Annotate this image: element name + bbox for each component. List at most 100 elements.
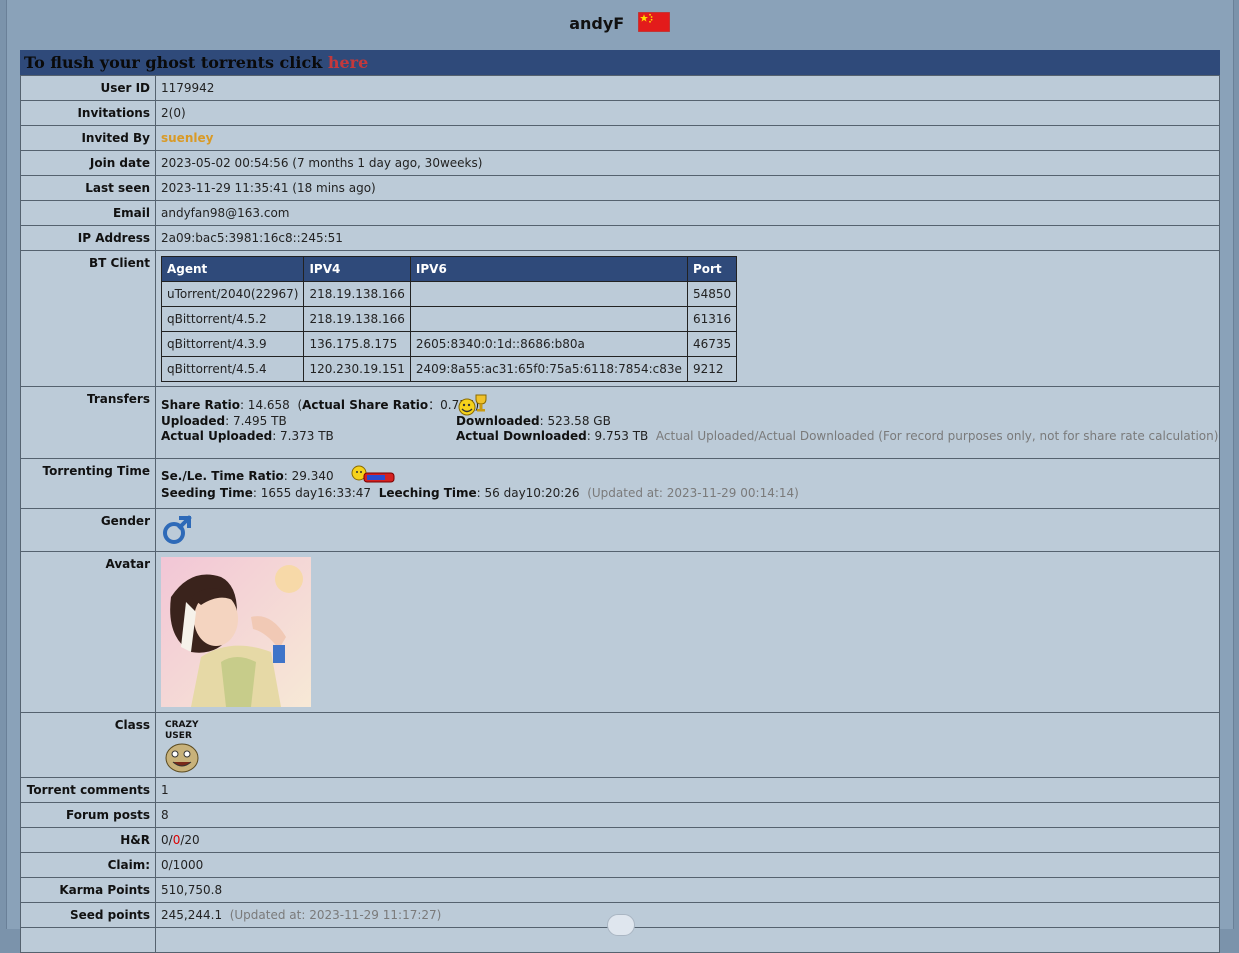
row-transfers: Transfers Share Ratio: 14.658 (Actual Sh… [20,386,1220,459]
label-karma-points: Karma Points [20,877,156,903]
bt-cell-ipv6 [409,306,688,332]
row-gender: Gender [20,508,1220,552]
crazy-user-badge: CRAZY USER [161,716,203,774]
banner-text: To flush your ghost torrents click [24,53,328,72]
label-claim: Claim: [20,852,156,878]
row-hr: H&R 0/0/20 [20,827,1220,853]
label-seed-points: Seed points [20,902,156,928]
value-invitations: 2(0) [155,100,1220,126]
bt-cell-ipv6: 2409:8a55:ac31:65f0:75a5:6118:7854:c83e [409,356,688,382]
row-class: Class CRAZY USER [20,712,1220,778]
uploaded-label: Uploaded [161,414,226,428]
bt-client-table: Agent IPV4 IPV6 Port uTorrent/2040(22967) 21… [160,256,738,382]
hr-part-c: /20 [180,833,200,847]
china-flag-icon [637,11,670,32]
value-email: andyfan98@163.com [155,200,1220,226]
label-torrenting-time: Torrenting Time [20,458,156,509]
actual-downloaded-value: : 9.753 TB [586,429,649,443]
row-claim: Claim: 0/1000 [20,852,1220,878]
seed-points-updated: (Updated at: 2023-11-29 11:17:27) [229,908,442,922]
row-karma-points: Karma Points 510,750.8 [20,877,1220,903]
bt-header-ipv4: IPV4 [303,256,411,282]
username: andyF [569,14,625,33]
user-avatar [161,557,311,707]
actual-share-ratio-label: Actual Share Ratio [302,398,429,412]
label-join-date: Join date [20,150,156,176]
label-bt-client: BT Client [20,250,156,387]
bt-cell-agent: uTorrent/2040(22967) [160,281,305,307]
bt-cell-port: 61316 [686,306,738,332]
badge-line1: CRAZY [165,720,199,730]
label-invitations: Invitations [20,100,156,126]
label-transfers: Transfers [20,386,156,459]
bt-header-ipv6: IPV6 [409,256,688,282]
bt-cell-port: 54850 [686,281,738,307]
seeding-time-value: : 1655 day16:33:47 [252,486,372,500]
label-forum-posts: Forum posts [20,802,156,828]
row-user-id: User ID 1179942 [20,75,1220,101]
row-invited-by: Invited By suenley [20,125,1220,151]
bt-cell-agent: qBittorrent/4.5.2 [160,306,305,332]
actual-uploaded-value: : 7.373 TB [272,429,334,443]
label-ip-address: IP Address [20,225,156,251]
badge-line2: USER [165,731,192,741]
label-last-seen: Last seen [20,175,156,201]
row-torrenting-time: Torrenting Time Se./Le. Time Ratio: 29.3… [20,458,1220,509]
bt-client-row: qBittorrent/4.5.2 218.19.138.166 61316 [160,306,738,332]
bt-cell-port: 46735 [686,331,738,357]
actual-uploaded-label: Actual Uploaded [161,429,273,443]
user-details-table: User ID 1179942 Invitations 2(0) Invited… [20,75,1220,953]
time-ratio-label: Se./Le. Time Ratio [161,469,284,483]
row-join-date: Join date 2023-05-02 00:54:56 (7 months … [20,150,1220,176]
row-torrent-comments: Torrent comments 1 [20,777,1220,803]
label-avatar: Avatar [20,551,156,713]
value-claim: 0/1000 [155,852,1220,878]
value-ip-address: 2a09:bac5:3981:16c8::245:51 [155,225,1220,251]
time-ratio-value: : 29.340 [283,469,334,483]
downloaded-label: Downloaded [456,414,540,428]
value-seed-points: 245,244.1 [161,908,223,922]
share-ratio-label: Share Ratio [161,398,240,412]
bt-cell-port: 9212 [686,356,738,382]
downloaded-value: : 523.58 GB [539,414,611,428]
label-hr: H&R [20,827,156,853]
row-forum-posts: Forum posts 8 [20,802,1220,828]
bt-header-agent: Agent [160,256,305,282]
value-join-date: 2023-05-02 00:54:56 (7 months 1 day ago,… [155,150,1220,176]
hr-part-a: 0/ [161,833,173,847]
label-torrent-comments: Torrent comments [20,777,156,803]
value-torrent-comments: 1 [155,777,1220,803]
bt-cell-ipv4: 218.19.138.166 [303,281,411,307]
seeding-time-label: Seeding Time [161,486,253,500]
value-next [155,927,1220,953]
torrenting-updated: (Updated at: 2023-11-29 00:14:14) [587,486,799,500]
bt-client-row: qBittorrent/4.3.9 136.175.8.175 2605:8340:… [160,331,738,357]
bt-client-row: qBittorrent/4.5.4 120.230.19.151 2409:8a55… [160,356,738,382]
profile-title: andyF [0,11,1239,35]
bt-cell-ipv6: 2605:8340:0:1d::8686:b80a [409,331,688,357]
value-user-id: 1179942 [155,75,1220,101]
bt-cell-agent: qBittorrent/4.5.4 [160,356,305,382]
bt-header-port: Port [686,256,738,282]
value-karma-points: 510,750.8 [155,877,1220,903]
row-bt-client: BT Client Agent IPV4 IPV6 Port uTorrent/204… [20,250,1220,387]
bt-cell-ipv4: 120.230.19.151 [303,356,411,382]
label-next [20,927,156,953]
value-forum-posts: 8 [155,802,1220,828]
actual-downloaded-label: Actual Downloaded [456,429,587,443]
leeching-time-label: Leeching Time [378,486,477,500]
value-last-seen: 2023-11-29 11:35:41 (18 mins ago) [155,175,1220,201]
bt-cell-ipv4: 136.175.8.175 [303,331,411,357]
row-last-seen: Last seen 2023-11-29 11:35:41 (18 mins a… [20,175,1220,201]
label-email: Email [20,200,156,226]
bt-cell-ipv6 [409,281,688,307]
row-ip-address: IP Address 2a09:bac5:3981:16c8::245:51 [20,225,1220,251]
superman-smiley-icon [351,465,395,483]
scroll-up-icon[interactable] [607,914,635,936]
flush-here-link[interactable]: here [328,53,368,72]
ratio-note: Actual Uploaded/Actual Downloaded (For r… [655,429,1219,443]
bt-client-row: uTorrent/2040(22967) 218.19.138.166 54850 [160,281,738,307]
inviter-link[interactable]: suenley [161,131,213,145]
row-avatar: Avatar [20,551,1220,713]
bt-cell-ipv4: 218.19.138.166 [303,306,411,332]
